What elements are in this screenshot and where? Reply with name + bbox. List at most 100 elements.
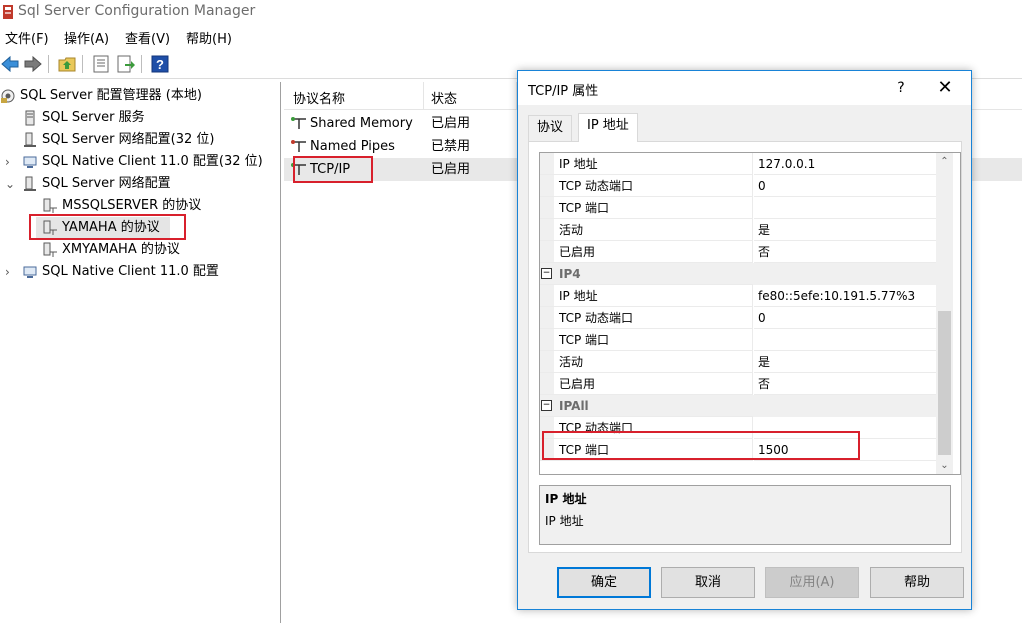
category-name: IP4 bbox=[540, 263, 753, 285]
property-value[interactable]: 否 bbox=[754, 241, 936, 263]
native-client-icon bbox=[23, 156, 37, 168]
menu-bar: 文件(F) 操作(A) 查看(V) 帮助(H) bbox=[0, 25, 1022, 49]
sql-server-config-icon bbox=[3, 5, 13, 19]
protocol-icon bbox=[291, 140, 306, 152]
dialog-title: TCP/IP 属性 bbox=[528, 84, 599, 99]
native-client-icon bbox=[23, 266, 37, 278]
highlight-box-tcpip bbox=[293, 156, 373, 183]
column-header-status[interactable]: 状态 bbox=[431, 88, 457, 107]
tab-panel-ip-addresses: IP 地址 127.0.0.1 TCP 动态端口 0 TCP 端口 活动 是 已… bbox=[528, 141, 962, 553]
help-button[interactable]: 帮助 bbox=[870, 567, 964, 598]
tree-pane: SQL Server 配置管理器 (本地) SQL Server 服务 SQL … bbox=[0, 82, 281, 623]
property-value[interactable]: 是 bbox=[754, 219, 936, 241]
scroll-thumb[interactable] bbox=[938, 311, 951, 455]
property-name: TCP 端口 bbox=[540, 197, 753, 219]
property-row[interactable]: IP 地址 127.0.0.1 bbox=[540, 153, 936, 175]
tree-item-label: SQL Server 服务 bbox=[42, 110, 145, 125]
highlight-box-yamaha bbox=[29, 214, 186, 240]
toolbar-separator bbox=[48, 55, 49, 73]
protocol-name: Shared Memory bbox=[310, 116, 413, 131]
server-icon bbox=[25, 110, 35, 126]
property-row[interactable]: TCP 端口 bbox=[540, 197, 936, 219]
property-value[interactable]: 0 bbox=[754, 175, 936, 197]
tcpip-properties-dialog: TCP/IP 属性 ? ✕ 协议 IP 地址 IP 地址 127.0.0.1 T… bbox=[517, 70, 972, 610]
property-row[interactable]: IP 地址 fe80::5efe:10.191.5.77%3 bbox=[540, 285, 936, 307]
menu-view[interactable]: 查看(V) bbox=[125, 28, 170, 47]
property-row[interactable]: 活动 是 bbox=[540, 351, 936, 373]
network-config-icon bbox=[24, 132, 36, 147]
property-category[interactable]: IP4 − bbox=[540, 263, 936, 285]
menu-help[interactable]: 帮助(H) bbox=[186, 28, 232, 47]
scroll-down-icon[interactable]: ⌄ bbox=[936, 457, 953, 474]
ok-button[interactable]: 确定 bbox=[557, 567, 651, 598]
property-value[interactable] bbox=[754, 329, 936, 351]
network-config-icon bbox=[24, 176, 36, 191]
grid-scrollbar[interactable]: ⌃ ⌄ bbox=[936, 153, 953, 474]
protocol-name: Named Pipes bbox=[310, 139, 395, 154]
up-folder-icon[interactable] bbox=[57, 54, 77, 74]
collapse-icon[interactable]: − bbox=[541, 268, 552, 279]
app-title: Sql Server Configuration Manager bbox=[18, 3, 256, 19]
property-category[interactable]: IPAll − bbox=[540, 395, 936, 417]
svg-text:?: ? bbox=[156, 57, 164, 72]
menu-file[interactable]: 文件(F) bbox=[5, 28, 49, 47]
description-text: IP 地址 bbox=[545, 514, 584, 528]
tree-item-label: XMYAMAHA 的协议 bbox=[62, 242, 180, 257]
tree-item-label: SQL Server 网络配置 bbox=[42, 176, 171, 191]
cancel-button[interactable]: 取消 bbox=[661, 567, 755, 598]
toolbar-separator bbox=[82, 55, 83, 73]
description-title: IP 地址 bbox=[545, 492, 587, 506]
menu-action[interactable]: 操作(A) bbox=[64, 28, 109, 47]
forward-arrow-icon[interactable] bbox=[23, 54, 43, 74]
property-row[interactable]: TCP 动态端口 0 bbox=[540, 307, 936, 329]
column-header-name[interactable]: 协议名称 bbox=[293, 88, 345, 107]
app-titlebar: Sql Server Configuration Manager bbox=[0, 0, 1022, 25]
dialog-close-button[interactable]: ✕ bbox=[930, 75, 960, 101]
chevron-down-icon[interactable]: ⌄ bbox=[5, 173, 15, 195]
property-name: 活动 bbox=[540, 351, 753, 373]
back-arrow-icon[interactable] bbox=[0, 54, 20, 74]
tree-item-label: SQL Native Client 11.0 配置 bbox=[42, 264, 219, 279]
export-icon[interactable] bbox=[116, 54, 136, 74]
property-value[interactable]: fe80::5efe:10.191.5.77%3 bbox=[754, 285, 936, 307]
property-value[interactable]: 127.0.0.1 bbox=[754, 153, 936, 175]
property-value[interactable]: 是 bbox=[754, 351, 936, 373]
property-row[interactable]: TCP 端口 bbox=[540, 329, 936, 351]
toolbar-separator bbox=[141, 55, 142, 73]
description-panel: IP 地址 IP 地址 bbox=[539, 485, 951, 545]
property-row[interactable]: 已启用 否 bbox=[540, 241, 936, 263]
protocol-status: 已启用 bbox=[431, 116, 471, 131]
property-value[interactable]: 0 bbox=[754, 307, 936, 329]
apply-button[interactable]: 应用(A) bbox=[765, 567, 859, 598]
tree-item-label: SQL Native Client 11.0 配置(32 位) bbox=[42, 154, 263, 169]
category-name: IPAll bbox=[540, 395, 753, 417]
property-name: IP 地址 bbox=[540, 153, 753, 175]
tab-ip-addresses[interactable]: IP 地址 bbox=[578, 113, 638, 142]
property-row[interactable]: 已启用 否 bbox=[540, 373, 936, 395]
property-row[interactable]: 活动 是 bbox=[540, 219, 936, 241]
help-icon[interactable]: ? bbox=[150, 54, 170, 74]
tree-root-label: SQL Server 配置管理器 (本地) bbox=[20, 88, 202, 103]
property-name: TCP 端口 bbox=[540, 329, 753, 351]
protocols-icon bbox=[43, 198, 57, 213]
chevron-right-icon[interactable]: › bbox=[5, 261, 15, 283]
property-name: 已启用 bbox=[540, 241, 753, 263]
property-row[interactable]: TCP 动态端口 0 bbox=[540, 175, 936, 197]
chevron-right-icon[interactable]: › bbox=[5, 151, 15, 173]
tree-item-label: SQL Server 网络配置(32 位) bbox=[42, 132, 215, 147]
protocol-status: 已禁用 bbox=[431, 139, 471, 154]
scroll-up-icon[interactable]: ⌃ bbox=[936, 153, 953, 170]
property-name: IP 地址 bbox=[540, 285, 753, 307]
column-divider[interactable] bbox=[423, 82, 424, 110]
dialog-help-button[interactable]: ? bbox=[886, 75, 916, 101]
tab-protocol[interactable]: 协议 bbox=[528, 115, 573, 141]
property-name: 活动 bbox=[540, 219, 753, 241]
property-value[interactable] bbox=[754, 197, 936, 219]
property-name: 已启用 bbox=[540, 373, 753, 395]
protocols-icon bbox=[43, 242, 57, 257]
protocol-status: 已启用 bbox=[431, 162, 471, 177]
highlight-box-tcp-port bbox=[542, 431, 860, 460]
properties-icon[interactable] bbox=[91, 54, 111, 74]
property-value[interactable]: 否 bbox=[754, 373, 936, 395]
collapse-icon[interactable]: − bbox=[541, 400, 552, 411]
